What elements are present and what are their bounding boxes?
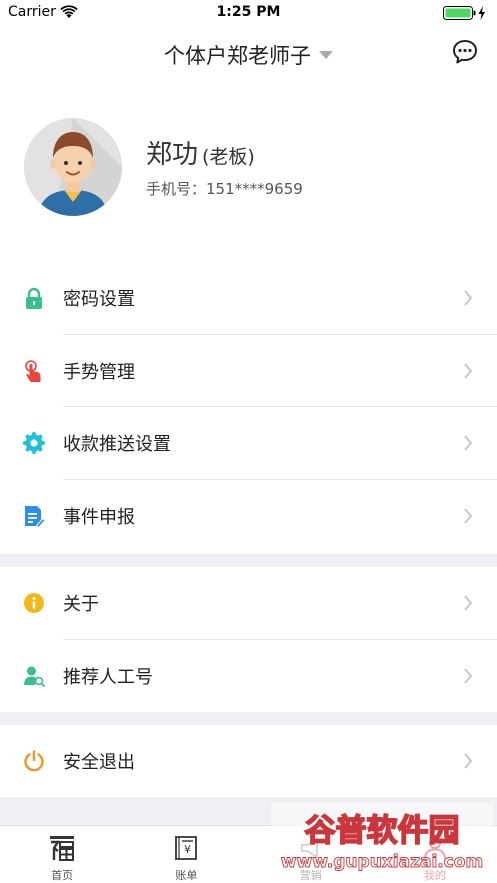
chevron-right-icon [464, 290, 473, 306]
menu-item-gesture[interactable]: 手势管理 [0, 335, 497, 407]
menu-item-event-report[interactable]: 事件申报 [0, 480, 497, 553]
user-name-line: 郑功 (老板) [146, 134, 255, 171]
tab-label: 首页 [51, 869, 74, 882]
menu-label: 手势管理 [63, 361, 135, 383]
status-time: 1:25 PM [216, 4, 281, 20]
battery-charging-icon [443, 6, 485, 20]
caret-down-icon [319, 51, 333, 59]
watermark-url: www.gupuxiazai.com [281, 852, 483, 872]
watermark-title: 谷普软件园 [305, 813, 460, 849]
chevron-right-icon [464, 595, 473, 611]
status-bar: Carrier 1:25 PM [0, 0, 497, 26]
menu-label: 收款推送设置 [63, 434, 171, 456]
menu-item-payment-push[interactable]: 收款推送设置 [0, 407, 497, 480]
tab-bills[interactable]: ¥ 账单 [124, 826, 248, 883]
user-role: (老板) [202, 146, 255, 168]
nav-bar: 个体户郑老师子 [0, 26, 497, 82]
menu-group-info: 关于 推荐人工号 [0, 567, 497, 712]
info-icon [24, 593, 44, 614]
menu-label: 关于 [63, 594, 99, 616]
lock-icon [26, 288, 42, 310]
chat-bubble-icon[interactable] [451, 38, 479, 66]
user-name: 郑功 [146, 140, 199, 170]
menu-label: 安全退出 [63, 752, 135, 774]
bill-icon: ¥ [175, 836, 198, 860]
gear-icon [23, 432, 45, 455]
chevron-right-icon [464, 363, 473, 379]
menu-group-logout: 安全退出 [0, 725, 497, 798]
shop-selector[interactable]: 个体户郑老师子 [0, 40, 497, 70]
watermark-logo: 谷普软件园 www.gupuxiazai.com [271, 803, 493, 881]
menu-item-password[interactable]: 密码设置 [0, 262, 497, 335]
menu-label: 推荐人工号 [63, 666, 153, 688]
power-icon [24, 750, 44, 772]
menu-item-about[interactable]: 关于 [0, 567, 497, 640]
tab-label: 账单 [175, 869, 198, 882]
chevron-right-icon [464, 668, 473, 684]
profile-header[interactable]: 郑功 (老板) 手机号：151****9659 [0, 118, 497, 218]
avatar [24, 118, 122, 216]
menu-item-logout[interactable]: 安全退出 [0, 725, 497, 798]
section-gap [0, 712, 497, 725]
document-edit-icon [25, 505, 45, 527]
svg-text:¥: ¥ [184, 843, 191, 856]
user-search-icon [24, 666, 45, 687]
avatar-illustration [24, 118, 122, 216]
user-phone: 手机号：151****9659 [146, 180, 303, 198]
nav-title-text: 个体户郑老师子 [164, 44, 311, 68]
menu-label: 事件申报 [63, 506, 135, 528]
menu-group-security: 密码设置 手势管理 收款推送设置 事件申报 [0, 262, 497, 552]
tab-home[interactable]: 首页 [0, 826, 124, 883]
menu-label: 密码设置 [63, 289, 135, 311]
section-gap [0, 554, 497, 567]
home-fu-icon [50, 836, 75, 861]
chevron-right-icon [464, 508, 473, 524]
chevron-right-icon [464, 435, 473, 451]
menu-item-referrer-id[interactable]: 推荐人工号 [0, 640, 497, 713]
chevron-right-icon [464, 753, 473, 769]
hand-tap-icon [25, 359, 41, 382]
